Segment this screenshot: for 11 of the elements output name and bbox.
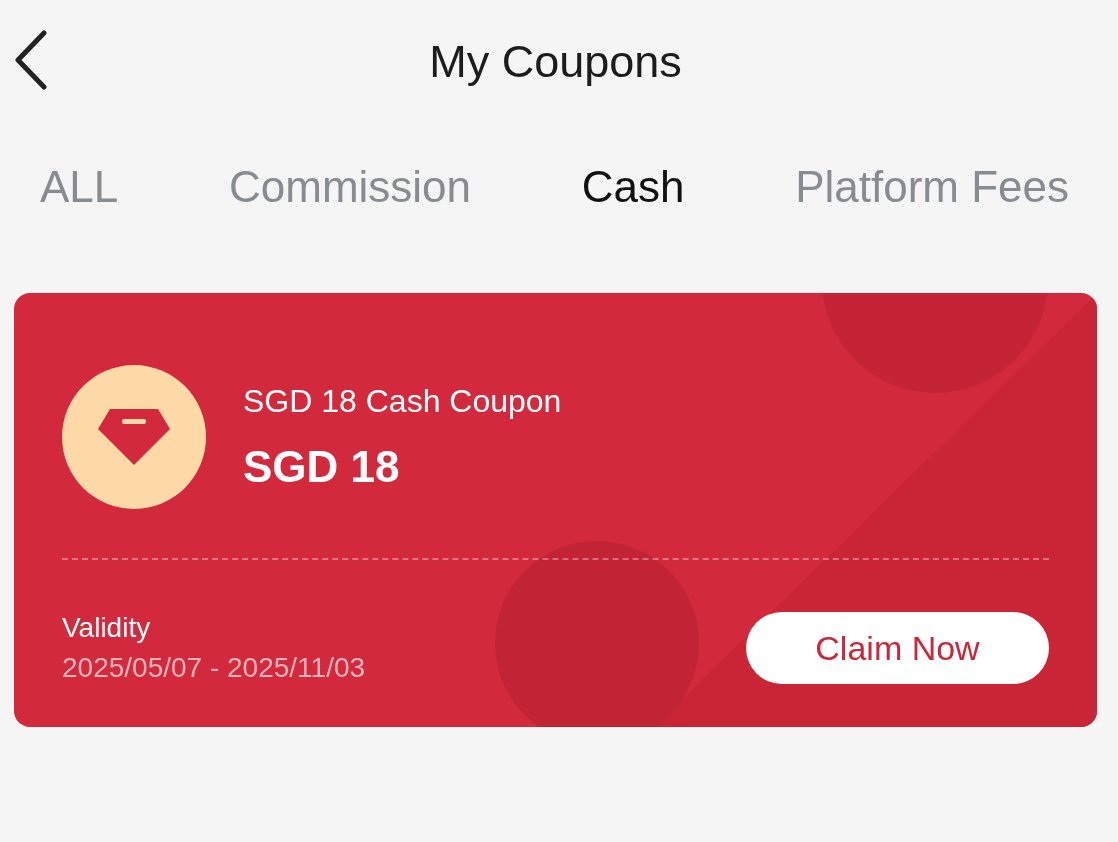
tab[interactable]: Commission xyxy=(229,162,472,212)
coupon-amount: SGD 18 xyxy=(243,441,401,492)
tab[interactable]: ALL xyxy=(40,162,119,212)
back-button[interactable] xyxy=(14,30,48,90)
validity-label: Validity xyxy=(62,612,152,644)
page-title: My Coupons xyxy=(429,36,682,88)
coupon-name: SGD 18 Cash Coupon xyxy=(243,382,562,420)
tab[interactable]: Platform Fees xyxy=(795,162,1069,212)
tab[interactable]: Cash xyxy=(581,162,685,212)
claim-button[interactable]: Claim Now xyxy=(746,612,1049,684)
validity-dates: 2025/05/07 - 2025/11/03 xyxy=(62,652,366,684)
